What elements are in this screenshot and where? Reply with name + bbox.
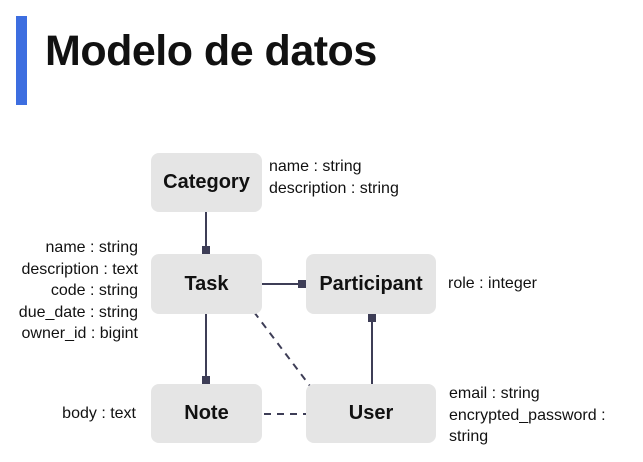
entity-task-label: Task: [184, 272, 229, 295]
attribute-line: encrypted_password :: [449, 406, 606, 424]
note-attributes: body : text: [62, 403, 136, 425]
attribute-line: name : string: [45, 239, 138, 256]
task-attributes: name : string description : text code : …: [19, 237, 138, 345]
edge-user-participant-end-marker: [368, 314, 376, 322]
entity-note-label: Note: [184, 402, 229, 424]
attribute-line: due_date : string: [18, 303, 138, 321]
category-attributes: name : string description : string: [269, 156, 399, 199]
participant-attributes: role : integer: [448, 273, 537, 295]
attribute-line: string: [449, 428, 489, 445]
entity-note: Note: [151, 384, 262, 443]
entity-participant-label: Participant: [319, 272, 423, 295]
attribute-line: email : string: [449, 385, 540, 402]
attribute-line: description : string: [269, 179, 399, 197]
entity-user: User: [306, 384, 436, 443]
entity-category-label: Category: [163, 171, 250, 193]
entity-user-label: User: [348, 402, 394, 424]
edge-task-user-dashed: [253, 311, 311, 387]
attribute-line: body : text: [62, 405, 136, 422]
user-attributes: email : string encrypted_password : stri…: [449, 383, 606, 448]
entity-task: Task: [151, 254, 262, 314]
attribute-line: code : string: [50, 282, 138, 299]
entity-participant: Participant: [306, 254, 436, 314]
attribute-line: role : integer: [448, 275, 537, 292]
edge-category-task-end-marker: [202, 246, 210, 254]
attribute-line: description : text: [21, 260, 139, 278]
attribute-line: owner_id : bigint: [21, 325, 138, 342]
entity-category: Category: [151, 153, 262, 212]
attribute-line: name : string: [269, 158, 362, 175]
edge-task-participant-end-marker: [298, 280, 306, 288]
edge-task-note-end-marker: [202, 376, 210, 384]
